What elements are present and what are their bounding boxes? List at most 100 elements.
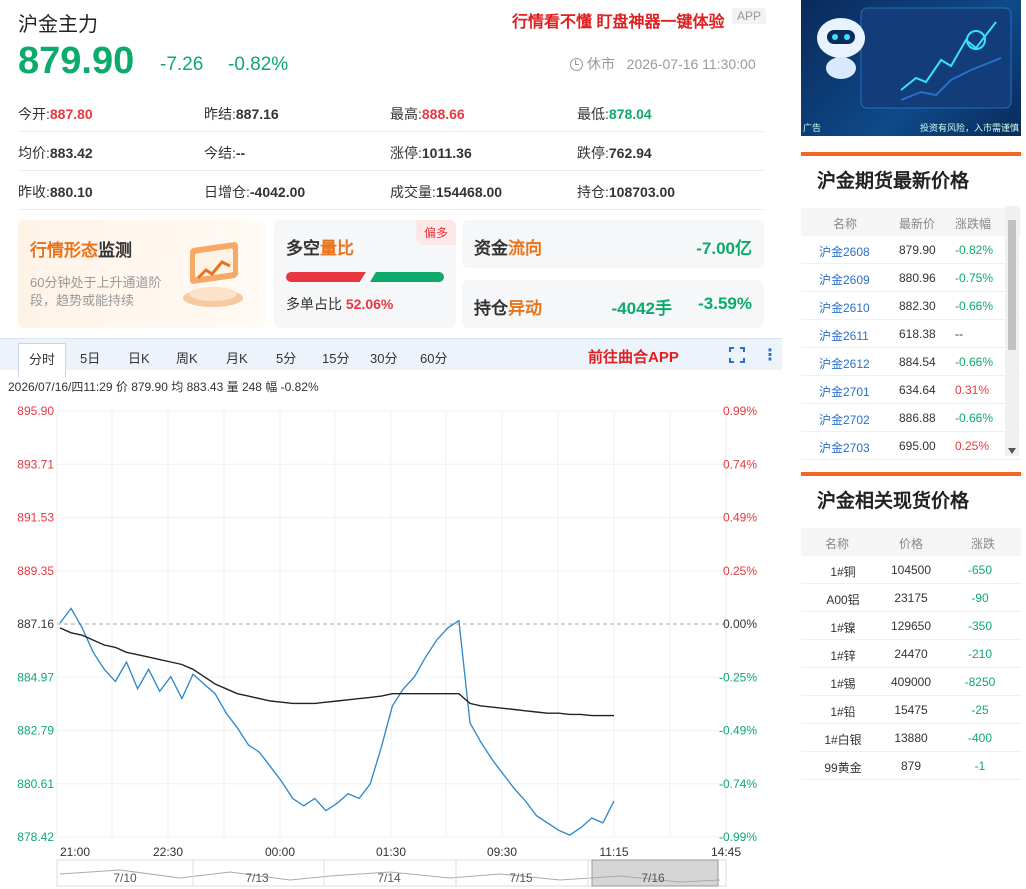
table-row: A00铝 23175 -90 [801,584,1021,612]
contract-price: 884.54 [899,355,936,369]
col-pct: 涨跌幅 [955,217,992,231]
robot-chart-illustration [817,7,1012,109]
contract-pct: -0.75% [955,271,994,285]
contract-link[interactable]: 沪金2612 [819,355,870,372]
futures-scrollbar[interactable] [1005,206,1019,456]
position-change-pct: -3.59% [698,294,752,313]
y-pct-tick-label: 0.00% [723,617,757,631]
trend-monitor-title-a: 行情形态 [30,241,98,260]
contract-link[interactable]: 沪金2610 [819,299,870,316]
capital-flow-card[interactable]: 资金流向 -7.00亿 [462,220,764,268]
table-row: 1#白银 13880 -400 [801,724,1021,752]
market-status: 休市 2026-07-16 11:30:00 [570,54,756,74]
intraday-chart[interactable]: 895.90 0.99% 893.71 0.74% 891.53 0.49% 889.35 0… [0,398,782,889]
futures-table-header: 名称 最新价 涨跌幅 [801,208,1021,236]
stat-label: 成交量: [390,184,436,200]
spot-price: 879 [900,759,922,773]
table-row: 1#镍 129650 -350 [801,612,1021,640]
contract-price: 880.96 [899,271,936,285]
table-row[interactable]: 沪金2608 879.90 -0.82% [801,236,1021,264]
stat-value: -- [235,145,246,161]
tab-period[interactable]: 周K [176,348,198,367]
tab-period[interactable]: 30分 [370,348,397,367]
navigator-label: 7/13 [245,871,269,885]
y-pct-tick-label: -0.74% [719,777,757,791]
contract-link[interactable]: 沪金2703 [819,439,870,456]
stat-value: 887.16 [235,106,279,122]
stat-item: 最高:888.66 [390,104,465,124]
promo-link[interactable]: 行情看不懂 盯盘神器一键体验 [512,8,724,32]
ad-disclaimer: 投资有风险，入市需谨慎 [919,123,1019,133]
y-tick-label: 887.16 [17,617,54,631]
x-tick-label: 21:00 [60,845,90,859]
table-row: 1#锡 409000 -8250 [801,668,1021,696]
col-chg: 涨跌 [971,537,996,551]
spot-price: 24470 [894,647,928,661]
table-row[interactable]: 沪金2609 880.96 -0.75% [801,264,1021,292]
stat-value: 880.10 [49,184,93,200]
position-change-card[interactable]: 持仓异动 -4042手 -3.59% [462,280,764,328]
table-row[interactable]: 沪金2701 634.64 0.31% [801,376,1021,404]
tab-period[interactable]: 分时 [18,343,67,377]
contract-link[interactable]: 沪金2702 [819,411,870,428]
stat-item: 成交量:154468.00 [390,182,502,202]
contract-price: 634.64 [899,383,936,397]
spot-name: 1#锌 [830,649,856,663]
y-tick-label: 889.35 [17,564,54,578]
feature-cards: 行情形态监测 60分钟处于上升通道阶段，趋势或能持续 多空量比 偏多 多单占比 … [18,220,764,328]
spot-chg: -400 [967,731,993,745]
long-short-title-b: 量比 [320,239,354,258]
y-pct-tick-label: -0.25% [719,670,757,684]
spot-price-panel: 沪金相关现货价格 名称 价格 涨跌 1#铜 104500 -650 A00铝 23175… [801,472,1021,780]
tab-period[interactable]: 60分 [420,348,447,367]
table-row[interactable]: 沪金2702 886.88 -0.66% [801,404,1021,432]
stat-item: 跌停:762.94 [577,143,652,163]
spot-price: 23175 [894,591,928,605]
fullscreen-icon[interactable] [729,347,745,363]
tab-period[interactable]: 5分 [276,348,296,367]
quote-main: 沪金主力 行情看不懂 盯盘神器一键体验 APP 879.90 -7.26 -0.… [0,0,782,889]
tab-period[interactable]: 5日 [80,348,100,367]
table-row[interactable]: 沪金2703 695.00 0.25% [801,432,1021,460]
bias-badge: 偏多 [415,220,456,245]
contract-link[interactable]: 沪金2608 [819,243,870,260]
contract-link[interactable]: 沪金2611 [819,327,869,344]
contract-link[interactable]: 沪金2701 [819,383,870,400]
trend-monitor-card[interactable]: 行情形态监测 60分钟处于上升通道阶段，趋势或能持续 [18,220,265,328]
x-tick-label: 01:30 [376,845,406,859]
stat-value: 762.94 [608,145,652,161]
futures-price-panel: 沪金期货最新价格 名称 最新价 涨跌幅 沪金2608 879.90 -0.82% 沪金… [801,152,1021,460]
spot-price: 13880 [894,731,928,745]
stat-value: -4042.00 [249,184,306,200]
spot-chg: -90 [971,591,989,605]
stat-value: 878.04 [608,106,652,122]
y-pct-tick-label: 0.99% [723,404,757,418]
scroll-down-icon[interactable] [1008,448,1016,454]
long-short-card[interactable]: 多空量比 偏多 多单占比 52.06% [274,220,456,328]
scrollbar-thumb[interactable] [1008,220,1016,350]
tab-period[interactable]: 15分 [322,348,349,367]
app-badge[interactable]: APP [732,8,767,24]
ad-banner[interactable]: 广告 投资有风险，入市需谨慎 [801,0,1021,136]
go-app-link[interactable]: 前往曲合APP [588,346,679,367]
stat-label: 今开: [18,106,50,122]
tab-period[interactable]: 月K [226,348,248,367]
spot-chg: -8250 [964,675,996,689]
long-short-title-a: 多空 [286,239,320,258]
stat-value: 887.80 [49,106,93,122]
clock-icon [570,58,583,71]
contract-pct: -- [955,327,963,341]
stat-item: 最低:878.04 [577,104,652,124]
tab-period[interactable]: 日K [128,348,150,367]
stat-label: 持仓: [577,184,609,200]
stat-label: 日增仓: [204,184,250,200]
table-row[interactable]: 沪金2612 884.54 -0.66% [801,348,1021,376]
stat-value: 108703.00 [608,184,676,200]
stat-label: 跌停: [577,145,609,161]
contract-link[interactable]: 沪金2609 [819,271,870,288]
table-row[interactable]: 沪金2610 882.30 -0.66% [801,292,1021,320]
more-menu-icon[interactable]: ⋮ [762,345,778,365]
spot-panel-title: 沪金相关现货价格 [817,491,970,512]
table-row[interactable]: 沪金2611 618.38 -- [801,320,1021,348]
contract-price: 618.38 [899,327,936,341]
